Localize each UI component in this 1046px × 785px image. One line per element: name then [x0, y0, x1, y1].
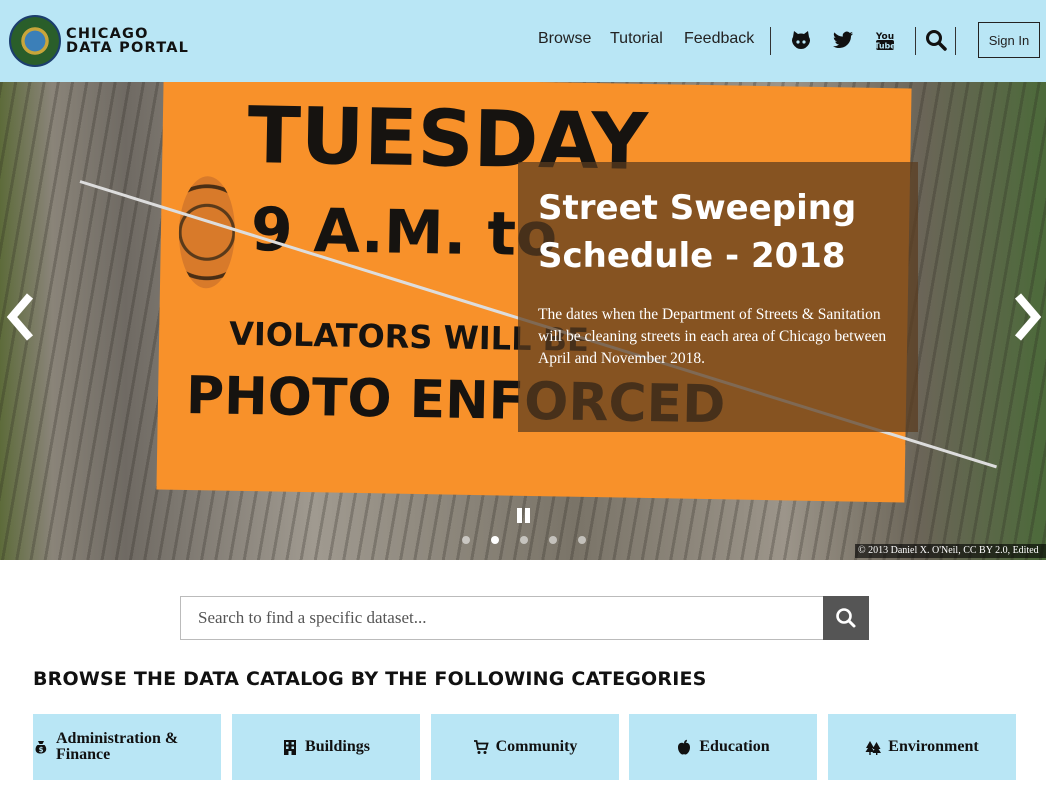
category-label: Environment [888, 738, 979, 755]
svg-text:$: $ [39, 746, 44, 754]
search-icon[interactable] [924, 28, 948, 52]
category-community[interactable]: Community [431, 714, 619, 780]
sign-in-button[interactable]: Sign In [978, 22, 1040, 58]
building-icon [284, 740, 297, 755]
pause-icon[interactable] [517, 508, 533, 524]
nav-browse[interactable]: Browse [538, 30, 591, 48]
slide-title[interactable]: Street Sweeping Schedule - 2018 [538, 184, 908, 280]
nav-divider [955, 27, 956, 55]
nav-feedback[interactable]: Feedback [684, 30, 754, 48]
photo-credit: © 2013 Daniel X. O'Neil, CC BY 2.0, Edit… [855, 544, 1046, 558]
brand-line-2: DATA PORTAL [66, 40, 190, 56]
previous-slide-arrow-icon[interactable] [6, 292, 36, 342]
category-label: Community [495, 738, 578, 755]
city-seal-logo[interactable] [9, 15, 61, 67]
slide-dot[interactable] [549, 536, 557, 544]
cart-icon [473, 740, 489, 754]
site-header: CHICAGO DATA PORTAL Browse Tutorial Feed… [0, 0, 1046, 82]
hero-carousel: TUESDAY 9 A.M. to VIOLATORS WILL BE PHOT… [0, 82, 1046, 560]
brand-line-1: CHICAGO [66, 26, 149, 42]
category-administration-finance[interactable]: $ Administration & Finance [33, 714, 221, 780]
category-label: Education [699, 738, 770, 755]
city-seal-stamp [177, 175, 236, 289]
slide-dot[interactable] [520, 536, 528, 544]
category-environment[interactable]: Environment [828, 714, 1016, 780]
twitter-icon[interactable] [831, 28, 855, 52]
category-label: Buildings [305, 738, 370, 755]
apple-icon [678, 739, 691, 755]
nav-divider [770, 27, 771, 55]
slide-description: The dates when the Department of Streets… [538, 306, 887, 367]
catalog-heading: BROWSE THE DATA CATALOG BY THE FOLLOWING… [33, 668, 707, 690]
slide-caption: Street Sweeping Schedule - 2018 The date… [518, 162, 918, 432]
category-label: Administration & Finance [56, 730, 179, 763]
nav-tutorial[interactable]: Tutorial [610, 30, 663, 48]
next-slide-arrow-icon[interactable] [1012, 292, 1042, 342]
trees-icon [865, 741, 882, 755]
slide-dot[interactable] [462, 536, 470, 544]
category-education[interactable]: Education [629, 714, 817, 780]
brand-name[interactable]: CHICAGO DATA PORTAL [66, 26, 190, 56]
svg-text:Tube: Tube [874, 42, 896, 51]
search-submit-button[interactable] [823, 596, 869, 640]
nav-divider [915, 27, 916, 55]
github-icon[interactable] [789, 28, 813, 52]
youtube-icon[interactable]: You Tube [873, 28, 897, 52]
sign-line: 9 A.M. to [250, 195, 558, 271]
slide-dot-active[interactable] [491, 536, 499, 544]
money-bag-icon: $ [35, 741, 47, 754]
search-icon [836, 608, 856, 628]
slide-indicators [462, 536, 592, 546]
dataset-search-input[interactable] [180, 596, 824, 640]
slide-dot[interactable] [578, 536, 586, 544]
category-buildings[interactable]: Buildings [232, 714, 420, 780]
